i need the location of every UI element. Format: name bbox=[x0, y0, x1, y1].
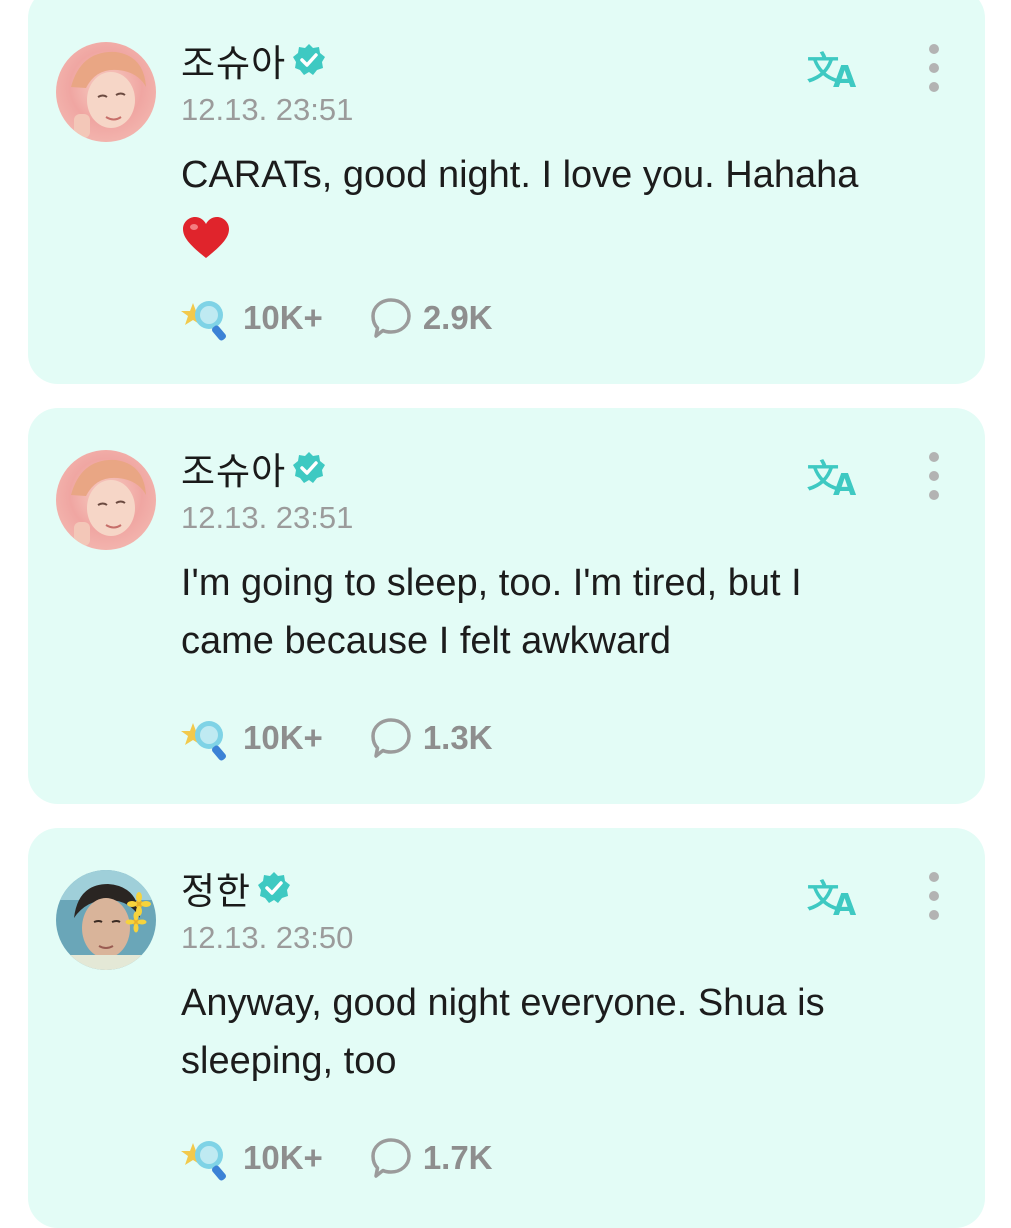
svg-text:A: A bbox=[833, 60, 857, 91]
avatar[interactable] bbox=[56, 450, 156, 550]
post-timestamp: 12.13. 23:51 bbox=[181, 92, 354, 127]
post-card[interactable]: 정한 12.13. 23:50 文 A Anyway, good night e… bbox=[28, 828, 985, 1228]
feed: 조슈아 12.13. 23:51 文 A CARATs, good night.… bbox=[0, 0, 1011, 1228]
post-text: CARATs, good night. I love you. Hahaha bbox=[181, 146, 941, 262]
comment-bubble-icon[interactable] bbox=[369, 296, 413, 340]
light-stick-icon[interactable] bbox=[181, 1135, 231, 1181]
comment-count: 1.7K bbox=[422, 1139, 493, 1176]
comment-bubble-icon[interactable] bbox=[369, 1136, 413, 1180]
post-card[interactable]: 조슈아 12.13. 23:51 文 A I'm going to sleep,… bbox=[28, 408, 985, 804]
post-body-text: Anyway, good night everyone. Shua is sle… bbox=[181, 982, 825, 1082]
translate-icon[interactable]: 文 A bbox=[807, 453, 867, 503]
more-vertical-icon[interactable] bbox=[922, 449, 946, 503]
more-vertical-icon[interactable] bbox=[922, 869, 946, 923]
avatar[interactable] bbox=[56, 870, 156, 970]
light-stick-icon[interactable] bbox=[181, 715, 231, 761]
avatar[interactable] bbox=[56, 42, 156, 142]
more-vertical-icon[interactable] bbox=[922, 41, 946, 95]
like-count: 10K+ bbox=[243, 1139, 323, 1176]
verified-badge-icon bbox=[292, 43, 326, 77]
verified-badge-icon bbox=[257, 871, 291, 905]
post-body-text: CARATs, good night. I love you. Hahaha bbox=[181, 154, 859, 196]
post-timestamp: 12.13. 23:50 bbox=[181, 920, 354, 955]
translate-icon[interactable]: 文 A bbox=[807, 873, 867, 923]
author-name[interactable]: 조슈아 bbox=[181, 33, 286, 87]
post-timestamp: 12.13. 23:51 bbox=[181, 500, 354, 535]
post-stats: 10K+ 1.3K bbox=[181, 715, 493, 761]
verified-badge-icon bbox=[292, 451, 326, 485]
post-stats: 10K+ 2.9K bbox=[181, 295, 493, 341]
like-count: 10K+ bbox=[243, 719, 323, 756]
like-count: 10K+ bbox=[243, 299, 323, 336]
comment-count: 2.9K bbox=[422, 299, 493, 336]
svg-text:A: A bbox=[833, 468, 857, 499]
post-card[interactable]: 조슈아 12.13. 23:51 文 A CARATs, good night.… bbox=[28, 0, 985, 384]
author-name[interactable]: 정한 bbox=[181, 861, 251, 915]
heart-emoji-icon bbox=[181, 216, 231, 260]
light-stick-icon[interactable] bbox=[181, 295, 231, 341]
svg-text:A: A bbox=[833, 888, 857, 919]
comment-bubble-icon[interactable] bbox=[369, 716, 413, 760]
post-stats: 10K+ 1.7K bbox=[181, 1135, 493, 1181]
post-body-text: I'm going to sleep, too. I'm tired, but … bbox=[181, 562, 802, 662]
author-name[interactable]: 조슈아 bbox=[181, 441, 286, 495]
comment-count: 1.3K bbox=[422, 719, 493, 756]
translate-icon[interactable]: 文 A bbox=[807, 45, 867, 95]
